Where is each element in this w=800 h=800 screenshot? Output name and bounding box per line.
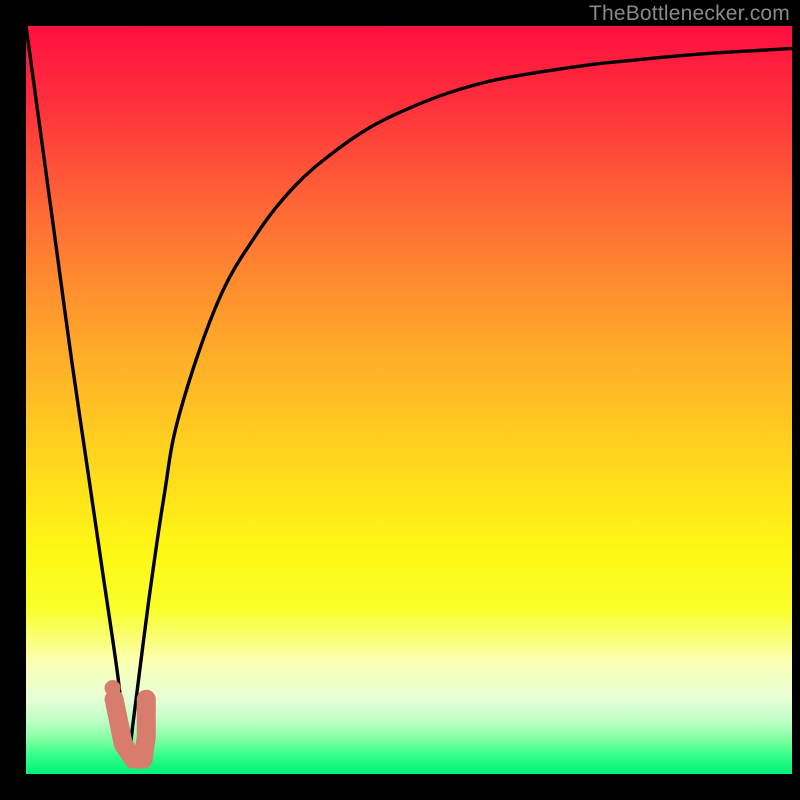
chart-svg <box>26 26 792 774</box>
chart-frame: TheBottlenecker.com <box>0 0 800 800</box>
plot-area <box>26 26 792 774</box>
watermark-text: TheBottlenecker.com <box>589 2 790 26</box>
